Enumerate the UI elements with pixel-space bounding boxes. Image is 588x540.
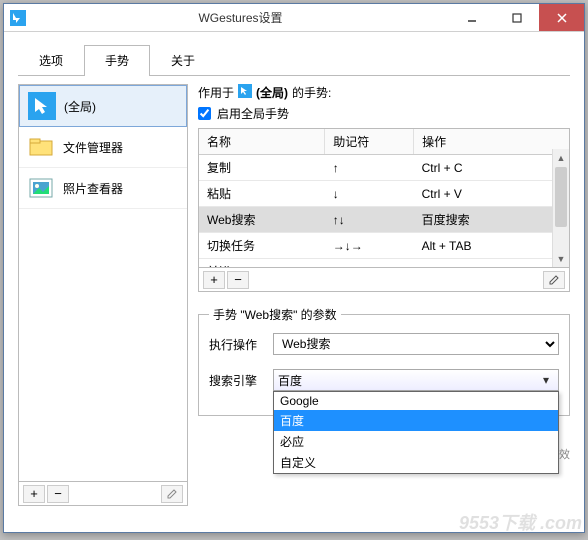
engine-dropdown[interactable]: 百度 ▾ Google百度必应自定义 bbox=[273, 369, 559, 391]
cell-action: Alt + RIGHT bbox=[414, 259, 569, 269]
app-item-explorer[interactable]: 文件管理器 bbox=[19, 127, 187, 168]
cursor-icon-small bbox=[238, 84, 252, 101]
enable-row: 启用全局手势 bbox=[198, 105, 570, 122]
engine-row: 搜索引擎 百度 ▾ Google百度必应自定义 bbox=[209, 369, 559, 391]
cursor-icon bbox=[28, 92, 56, 120]
app-item-photoviewer[interactable]: 照片查看器 bbox=[19, 168, 187, 209]
engine-option[interactable]: 必应 bbox=[274, 431, 558, 452]
table-row[interactable]: 前进→Alt + RIGHT bbox=[199, 259, 569, 269]
applies-suffix: 的手势: bbox=[292, 84, 331, 101]
params-legend: 手势 "Web搜索" 的参数 bbox=[209, 306, 341, 323]
add-app-button[interactable]: + bbox=[23, 485, 45, 503]
engine-label: 搜索引擎 bbox=[209, 372, 263, 389]
action-select[interactable]: Web搜索 bbox=[273, 333, 559, 355]
applist-toolbar: + − bbox=[18, 482, 188, 506]
table-row[interactable]: 复制↑Ctrl + C bbox=[199, 155, 569, 181]
right-column: 作用于 (全局) 的手势: 启用全局手势 bbox=[198, 84, 570, 506]
cell-name: 粘贴 bbox=[199, 181, 325, 207]
engine-option[interactable]: 百度 bbox=[274, 410, 558, 431]
tab-options[interactable]: 选项 bbox=[18, 45, 84, 76]
table-scrollbar[interactable]: ▲ ▼ bbox=[552, 149, 569, 267]
cell-action: Alt + TAB bbox=[414, 233, 569, 259]
cell-mnemonic: ↓ bbox=[325, 181, 414, 207]
col-action[interactable]: 操作 bbox=[414, 129, 569, 155]
edit-app-button[interactable] bbox=[161, 485, 183, 503]
window-buttons bbox=[449, 4, 584, 31]
engine-value: 百度 bbox=[278, 372, 302, 389]
cell-name: 前进 bbox=[199, 259, 325, 269]
scroll-down-icon[interactable]: ▼ bbox=[553, 250, 569, 267]
remove-gesture-button[interactable]: − bbox=[227, 271, 249, 289]
tab-about[interactable]: 关于 bbox=[150, 45, 216, 76]
applies-target: (全局) bbox=[256, 84, 288, 101]
content-area: 选项 手势 关于 (全局) 文 bbox=[4, 32, 584, 516]
cell-mnemonic: →↓→ bbox=[325, 233, 414, 259]
remove-app-button[interactable]: − bbox=[47, 485, 69, 503]
engine-option[interactable]: 自定义 bbox=[274, 452, 558, 473]
table-header-row: 名称 助记符 操作 bbox=[199, 129, 569, 155]
maximize-button[interactable] bbox=[494, 4, 539, 31]
table-row[interactable]: Web搜索↑↓百度搜索 bbox=[199, 207, 569, 233]
app-item-global[interactable]: (全局) bbox=[19, 85, 187, 127]
app-item-label: (全局) bbox=[64, 98, 96, 115]
gesture-toolbar: + − bbox=[198, 268, 570, 292]
applies-to-row: 作用于 (全局) 的手势: bbox=[198, 84, 570, 101]
chevron-down-icon: ▾ bbox=[538, 373, 554, 387]
enable-global-checkbox[interactable] bbox=[198, 107, 211, 120]
cell-name: Web搜索 bbox=[199, 207, 325, 233]
cell-action: 百度搜索 bbox=[414, 207, 569, 233]
titlebar: WGestures设置 bbox=[4, 4, 584, 32]
action-label: 执行操作 bbox=[209, 336, 263, 353]
edit-gesture-button[interactable] bbox=[543, 271, 565, 289]
col-name[interactable]: 名称 bbox=[199, 129, 325, 155]
cell-action: Ctrl + V bbox=[414, 181, 569, 207]
left-column: (全局) 文件管理器 照片查看器 bbox=[18, 84, 188, 506]
engine-combo[interactable]: 百度 ▾ bbox=[273, 369, 559, 391]
scroll-up-icon[interactable]: ▲ bbox=[553, 149, 569, 166]
app-item-label: 文件管理器 bbox=[63, 139, 123, 156]
gesture-table[interactable]: 名称 助记符 操作 复制↑Ctrl + C粘贴↓Ctrl + VWeb搜索↑↓百… bbox=[199, 129, 569, 268]
table-row[interactable]: 粘贴↓Ctrl + V bbox=[199, 181, 569, 207]
cell-mnemonic: ↑ bbox=[325, 155, 414, 181]
gestures-panel: (全局) 文件管理器 照片查看器 bbox=[18, 76, 570, 506]
scroll-thumb[interactable] bbox=[555, 167, 567, 227]
engine-option[interactable]: Google bbox=[274, 392, 558, 410]
params-fieldset: 手势 "Web搜索" 的参数 执行操作 Web搜索 搜索引擎 百度 bbox=[198, 306, 570, 416]
cell-action: Ctrl + C bbox=[414, 155, 569, 181]
minimize-button[interactable] bbox=[449, 4, 494, 31]
folder-icon bbox=[27, 133, 55, 161]
tab-bar: 选项 手势 关于 bbox=[18, 44, 570, 76]
app-icon bbox=[10, 10, 26, 26]
col-mnemonic[interactable]: 助记符 bbox=[325, 129, 414, 155]
enable-label: 启用全局手势 bbox=[217, 105, 289, 122]
settings-window: WGestures设置 选项 手势 关于 bbox=[3, 3, 585, 533]
photo-icon bbox=[27, 174, 55, 202]
cell-mnemonic: ↑↓ bbox=[325, 207, 414, 233]
cell-name: 切换任务 bbox=[199, 233, 325, 259]
tab-gestures[interactable]: 手势 bbox=[84, 45, 150, 76]
applies-prefix: 作用于 bbox=[198, 84, 234, 101]
gesture-table-wrapper: 名称 助记符 操作 复制↑Ctrl + C粘贴↓Ctrl + VWeb搜索↑↓百… bbox=[198, 128, 570, 268]
app-list[interactable]: (全局) 文件管理器 照片查看器 bbox=[18, 84, 188, 482]
close-button[interactable] bbox=[539, 4, 584, 31]
cell-mnemonic: → bbox=[325, 259, 414, 269]
add-gesture-button[interactable]: + bbox=[203, 271, 225, 289]
table-row[interactable]: 切换任务→↓→Alt + TAB bbox=[199, 233, 569, 259]
cell-name: 复制 bbox=[199, 155, 325, 181]
window-title: WGestures设置 bbox=[32, 9, 449, 26]
app-item-label: 照片查看器 bbox=[63, 180, 123, 197]
action-row: 执行操作 Web搜索 bbox=[209, 333, 559, 355]
engine-option-list: Google百度必应自定义 bbox=[273, 391, 559, 474]
